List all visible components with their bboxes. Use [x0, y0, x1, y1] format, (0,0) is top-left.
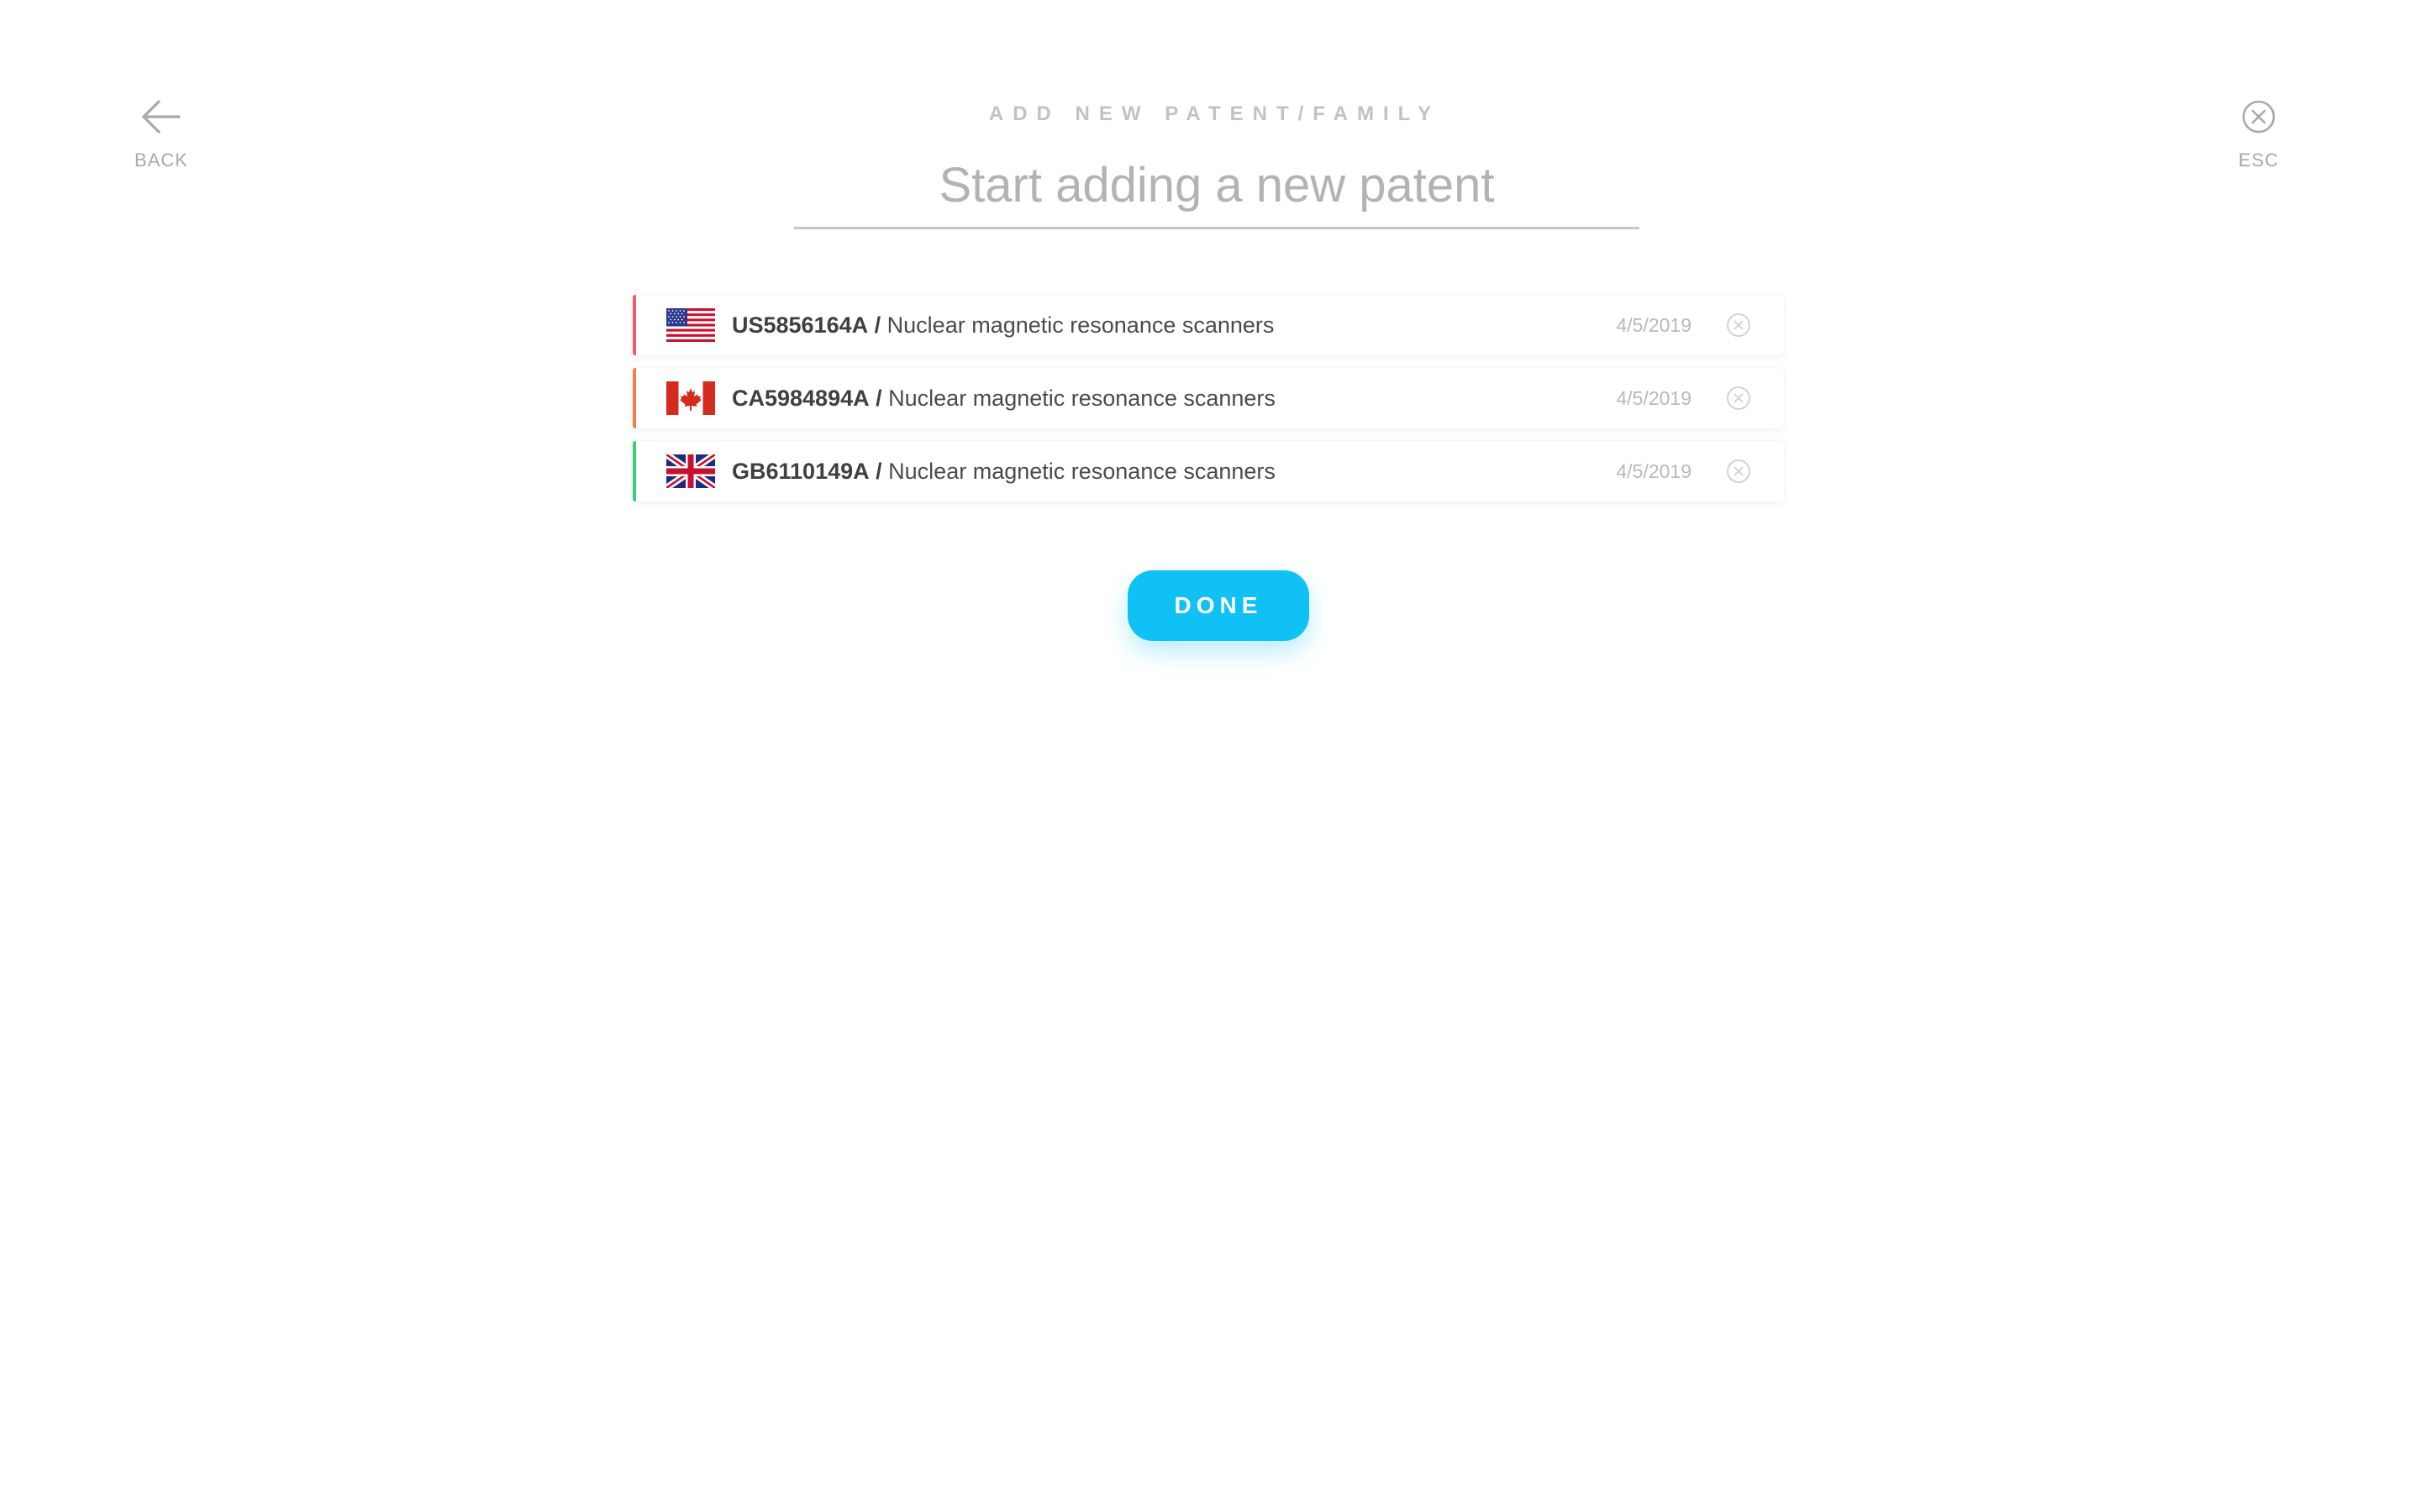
- canada-flag-icon: [666, 381, 715, 415]
- patent-search-input[interactable]: [794, 144, 1639, 225]
- patent-text: CA5984894A / Nuclear magnetic resonance …: [732, 386, 1616, 412]
- patent-date: 4/5/2019: [1616, 387, 1691, 410]
- patent-date: 4/5/2019: [1616, 314, 1691, 337]
- patent-text: GB6110149A / Nuclear magnetic resonance …: [732, 459, 1616, 485]
- patent-separator: /: [875, 312, 881, 338]
- patent-separator: /: [876, 459, 882, 484]
- patent-row[interactable]: GB6110149A / Nuclear magnetic resonance …: [633, 441, 1784, 501]
- patent-row[interactable]: US5856164A / Nuclear magnetic resonance …: [633, 295, 1784, 355]
- done-button[interactable]: DONE: [1128, 570, 1309, 641]
- close-circle-icon: [1725, 458, 1752, 485]
- patent-title: Nuclear magnetic resonance scanners: [887, 312, 1275, 338]
- patent-number: CA5984894A: [732, 386, 870, 411]
- close-circle-icon: [1725, 312, 1752, 339]
- esc-label: ESC: [2238, 150, 2279, 171]
- page-header: ADD NEW PATENT/FAMILY: [0, 102, 2420, 126]
- row-status-accent: [633, 295, 636, 355]
- row-status-accent: [633, 368, 636, 428]
- patent-number: US5856164A: [732, 312, 868, 338]
- us-flag-icon: [666, 308, 715, 342]
- back-label: BACK: [134, 150, 188, 171]
- row-status-accent: [633, 441, 636, 501]
- page-eyebrow-title: ADD NEW PATENT/FAMILY: [0, 102, 2420, 126]
- patent-title: Nuclear magnetic resonance scanners: [888, 386, 1276, 411]
- uk-flag-icon: [666, 454, 715, 488]
- patent-text: US5856164A / Nuclear magnetic resonance …: [732, 312, 1616, 339]
- patent-search-field: [794, 144, 1639, 229]
- patent-title: Nuclear magnetic resonance scanners: [888, 459, 1276, 484]
- remove-patent-button[interactable]: [1725, 385, 1752, 412]
- patent-number: GB6110149A: [732, 459, 870, 484]
- patent-list: US5856164A / Nuclear magnetic resonance …: [633, 295, 1784, 514]
- patent-date: 4/5/2019: [1616, 460, 1691, 483]
- close-circle-icon: [1725, 385, 1752, 412]
- remove-patent-button[interactable]: [1725, 312, 1752, 339]
- patent-separator: /: [876, 386, 882, 411]
- patent-row[interactable]: CA5984894A / Nuclear magnetic resonance …: [633, 368, 1784, 428]
- add-patent-page: BACK ESC ADD NEW PATENT/FAMILY: [0, 0, 2420, 1512]
- remove-patent-button[interactable]: [1725, 458, 1752, 485]
